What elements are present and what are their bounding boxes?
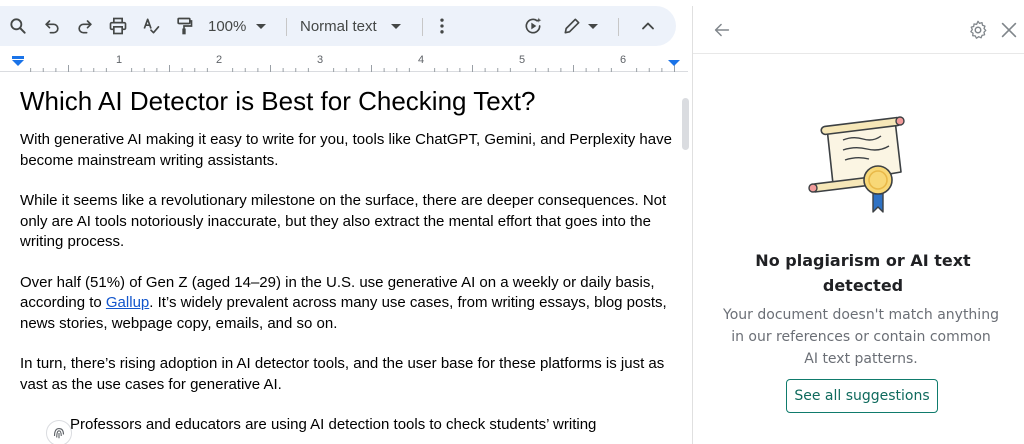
list-item: Professors and educators are using AI de… xyxy=(50,415,675,435)
bullet-list: Professors and educators are using AI de… xyxy=(50,415,675,435)
spellcheck-icon[interactable] xyxy=(139,14,163,38)
indent-markers[interactable] xyxy=(0,52,688,72)
paragraph-style-value: Normal text xyxy=(300,17,377,35)
panel-header xyxy=(693,6,1024,54)
right-indent-marker xyxy=(668,60,680,66)
chevron-down-icon xyxy=(588,23,598,29)
result-description: Your document doesn't match anything in … xyxy=(723,307,999,367)
plagiarism-checker-panel: No plagiarism or AI text detected Your d… xyxy=(692,6,1024,444)
result-title: No plagiarism or AI text detected xyxy=(755,251,971,295)
paragraph: In turn, there’s rising adoption in AI d… xyxy=(20,355,665,393)
toolbar-divider xyxy=(618,18,619,36)
left-indent-marker xyxy=(12,60,24,66)
paragraph: Over half (51%) of Gen Z (aged 14–29) in… xyxy=(20,273,675,335)
document-page[interactable]: Which AI Detector is Best for Checking T… xyxy=(0,74,680,444)
pencil-edit-icon xyxy=(564,18,580,34)
undo-icon[interactable] xyxy=(40,14,64,38)
toolbar-divider xyxy=(286,18,287,36)
list-item-text: Professors and educators are using AI de… xyxy=(70,416,597,433)
see-all-suggestions-button[interactable]: See all suggestions xyxy=(786,379,938,413)
editing-mode-button[interactable] xyxy=(562,14,606,38)
first-line-indent-marker xyxy=(12,56,24,59)
document-heading: Which AI Detector is Best for Checking T… xyxy=(20,86,536,116)
ruler[interactable]: 1 2 3 4 5 6 xyxy=(0,52,688,72)
paragraph-style-select[interactable]: Normal text xyxy=(300,15,401,37)
chevron-up-icon[interactable] xyxy=(636,14,660,38)
gemini-icon[interactable] xyxy=(521,14,545,38)
redo-icon[interactable] xyxy=(73,14,97,38)
paragraph: While it seems like a revolutionary mile… xyxy=(20,192,667,250)
gallup-link[interactable]: Gallup xyxy=(106,294,149,311)
paragraph: With generative AI making it easy to wri… xyxy=(20,131,672,169)
zoom-value: 100% xyxy=(208,17,247,35)
print-icon[interactable] xyxy=(106,14,130,38)
paint-format-icon[interactable] xyxy=(172,14,196,38)
zoom-select[interactable]: 100% xyxy=(208,15,267,37)
chevron-down-icon xyxy=(256,23,267,29)
more-vert-icon[interactable] xyxy=(430,14,454,38)
scrollbar-thumb[interactable] xyxy=(682,98,689,150)
chevron-down-icon xyxy=(390,23,401,29)
docs-toolbar: 100% Normal text xyxy=(0,6,676,46)
fingerprint-icon[interactable] xyxy=(46,420,72,444)
back-arrow-icon[interactable] xyxy=(711,19,733,41)
close-icon[interactable] xyxy=(998,19,1020,41)
toolbar-divider xyxy=(422,18,423,36)
search-icon[interactable] xyxy=(6,14,30,38)
certificate-scroll-illustration xyxy=(808,116,905,213)
settings-gear-icon[interactable] xyxy=(967,19,989,41)
